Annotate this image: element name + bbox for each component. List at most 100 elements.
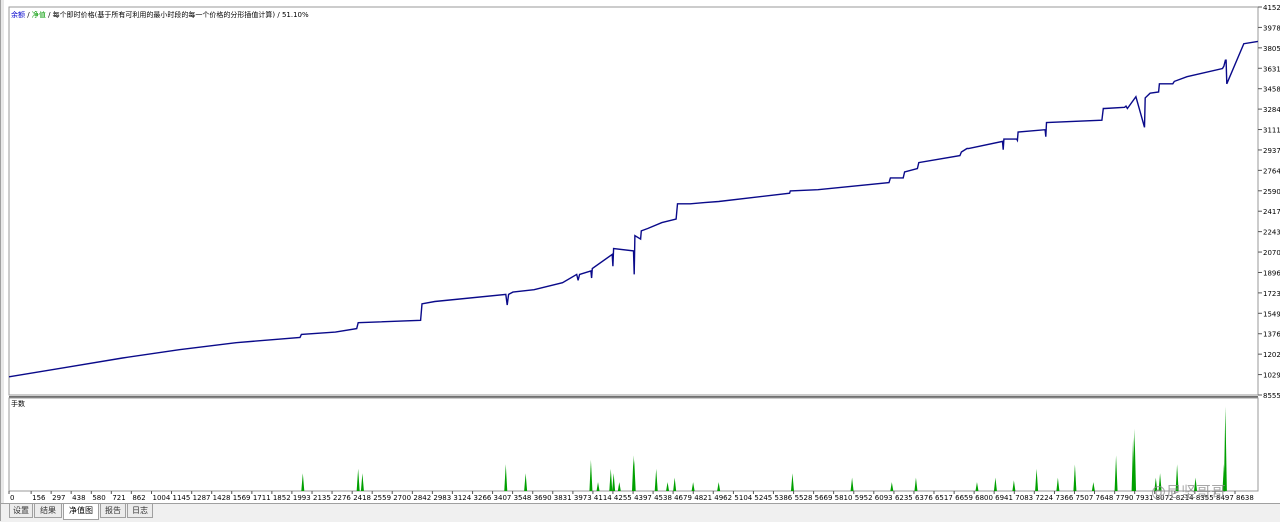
volume-bar — [504, 464, 508, 491]
tab-journal-label: 日志 — [132, 506, 148, 515]
tester-chart-window: 41522 39787 38051 36316 34581 32846 31111 29376… — [0, 0, 1280, 522]
x-tick-label: 6517 — [935, 494, 953, 502]
volume-bar — [1114, 455, 1118, 491]
x-tick-label: 2983 — [433, 494, 451, 502]
y-tick-label: 41522 — [1263, 4, 1280, 12]
x-tick-label: 0 — [10, 494, 14, 502]
x-tick-label: 7366 — [1055, 494, 1073, 502]
x-tick-label: 2559 — [373, 494, 391, 502]
x-tick-label: 6941 — [995, 494, 1013, 502]
volume-bar — [1012, 480, 1016, 491]
x-tick-label: 3690 — [534, 494, 552, 502]
y-tick-label: 22436 — [1263, 229, 1280, 237]
x-tick-label: 7507 — [1075, 494, 1093, 502]
y-tick-label: 15496 — [1263, 310, 1280, 318]
y-tick-label: 34581 — [1263, 86, 1280, 94]
x-tick-label: 7224 — [1035, 494, 1053, 502]
y-tick-label: 10290 — [1263, 372, 1280, 380]
x-tick-label: 1287 — [193, 494, 211, 502]
x-tick-label: 4538 — [654, 494, 672, 502]
x-tick-label: 4962 — [714, 494, 732, 502]
x-tick-label: 7648 — [1095, 494, 1113, 502]
x-tick-label: 1711 — [253, 494, 271, 502]
x-tick-label: 2276 — [333, 494, 351, 502]
y-tick-label: 25906 — [1263, 188, 1280, 196]
x-tick-label: 438 — [72, 494, 85, 502]
x-tick-label: 1993 — [293, 494, 311, 502]
x-tick-label: 6093 — [875, 494, 893, 502]
equity-legend: 净值 — [31, 11, 46, 19]
x-tick-label: 2135 — [313, 494, 331, 502]
x-tick-label: 1569 — [233, 494, 251, 502]
tab-results-label: 结果 — [40, 506, 56, 515]
x-tick-label: 1004 — [152, 494, 170, 502]
volume-bar — [596, 482, 600, 491]
y-tick-label: 18966 — [1263, 269, 1280, 277]
time-axis: 0 156 297 438 580 721 862 1004 1145 1287 1428 1569 1… — [8, 491, 1254, 502]
tab-equity-graph-label: 净值图 — [69, 506, 93, 515]
x-tick-label: 1145 — [173, 494, 191, 502]
volume-bar — [1035, 468, 1039, 491]
x-tick-label: 2418 — [353, 494, 371, 502]
tab-report[interactable]: 报告 — [100, 504, 126, 518]
x-tick-label: 6235 — [895, 494, 913, 502]
volume-bar — [1073, 464, 1077, 491]
volume-bar — [589, 459, 593, 491]
y-tick-label: 20701 — [1263, 249, 1280, 257]
tab-report-label: 报告 — [105, 506, 121, 515]
volume-bar — [360, 473, 364, 491]
volume-bar — [790, 473, 794, 491]
tab-settings[interactable]: 设置 — [9, 504, 33, 518]
tab-equity-graph[interactable]: 净值图 — [63, 504, 99, 520]
volume-bar — [612, 473, 616, 491]
watermark: @尼坚哥哥 — [1151, 483, 1226, 501]
y-tick-label: 12025 — [1263, 351, 1280, 359]
x-tick-label: 3548 — [514, 494, 532, 502]
x-tick-label: 4255 — [614, 494, 632, 502]
equity-chart: 41522 39787 38051 36316 34581 32846 31111 29376… — [8, 4, 1280, 502]
volume-bar — [301, 473, 305, 491]
chart-info-line: 余额 / 净值 / 每个即时价格(基于所有可利用的最小时段的每一个价格的分形插值… — [11, 11, 309, 19]
volume-bar — [993, 477, 997, 491]
tab-journal[interactable]: 日志 — [127, 504, 153, 518]
x-tick-label: 7790 — [1116, 494, 1134, 502]
x-tick-label: 5810 — [835, 494, 853, 502]
volume-bar — [691, 482, 695, 491]
volume-bar — [850, 477, 854, 491]
volume-bar — [666, 482, 670, 491]
volume-bar — [914, 477, 918, 491]
main-plot-frame — [8, 6, 1259, 396]
x-tick-label: 5669 — [815, 494, 833, 502]
x-tick-label: 8638 — [1236, 494, 1254, 502]
y-tick-label: 31111 — [1263, 127, 1280, 135]
balance-line-layer — [8, 40, 1259, 378]
y-tick-label: 32846 — [1263, 106, 1280, 114]
y-tick-label: 36316 — [1263, 65, 1280, 73]
x-tick-label: 4397 — [634, 494, 652, 502]
x-tick-label: 5104 — [734, 494, 752, 502]
y-tick-label: 29376 — [1263, 147, 1280, 155]
price-axis: 41522 39787 38051 36316 34581 32846 31111 29376… — [1258, 4, 1280, 400]
volume-bar — [654, 468, 658, 491]
x-tick-label: 4821 — [694, 494, 712, 502]
x-tick-label: 5528 — [795, 494, 813, 502]
x-tick-label: 721 — [112, 494, 125, 502]
x-tick-label: 3266 — [474, 494, 492, 502]
x-tick-label: 297 — [52, 494, 65, 502]
y-tick-label: 17231 — [1263, 290, 1280, 298]
volume-bar — [1223, 406, 1227, 491]
x-tick-label: 3407 — [494, 494, 512, 502]
x-tick-label: 3973 — [574, 494, 592, 502]
x-tick-label: 156 — [32, 494, 46, 502]
y-tick-label: 13760 — [1263, 331, 1280, 339]
modeling-mode-text: 每个即时价格(基于所有可利用的最小时段的每一个价格的分形插值计算) — [52, 11, 276, 19]
volume-bar — [975, 482, 979, 491]
volume-panel-label: 手数 — [11, 400, 25, 408]
volume-bar — [673, 477, 677, 491]
x-tick-label: 3831 — [554, 494, 572, 502]
x-tick-label: 862 — [132, 494, 145, 502]
volume-bar — [356, 468, 360, 491]
tab-results[interactable]: 结果 — [34, 504, 62, 518]
y-tick-label: 8555 — [1263, 392, 1280, 400]
volume-bar — [1091, 482, 1095, 491]
